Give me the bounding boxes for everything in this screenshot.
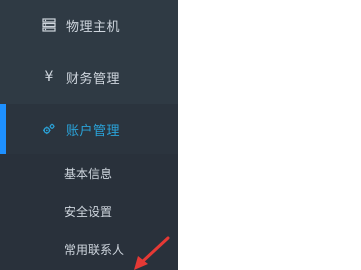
sidebar-item-physical-host[interactable]: 物理主机 [0, 0, 178, 50]
gears-icon [42, 122, 56, 136]
sidebar-item-finance[interactable]: ¥ 财务管理 [0, 52, 178, 102]
sidebar-item-label: 财务管理 [66, 71, 121, 87]
submenu-item-label: 基本信息 [64, 166, 113, 181]
submenu-item-security-settings[interactable]: 安全设置 [0, 193, 178, 229]
submenu-item-basic-info[interactable]: 基本信息 [0, 155, 178, 191]
account-submenu: 基本信息 安全设置 常用联系人 [0, 154, 178, 270]
server-icon [42, 18, 56, 32]
sidebar-item-account[interactable]: 账户管理 [0, 104, 178, 154]
yen-icon: ¥ [44, 69, 54, 85]
submenu-item-label: 常用联系人 [64, 242, 125, 257]
submenu-item-contacts[interactable]: 常用联系人 [0, 231, 178, 267]
sidebar: 物理主机 ¥ 财务管理 账户管理 基本信息 安全设置 常用联系人 [0, 0, 178, 270]
sidebar-item-label: 账户管理 [66, 123, 121, 139]
submenu-item-label: 安全设置 [64, 204, 113, 219]
sidebar-item-label: 物理主机 [66, 19, 121, 35]
active-indicator [0, 104, 6, 154]
